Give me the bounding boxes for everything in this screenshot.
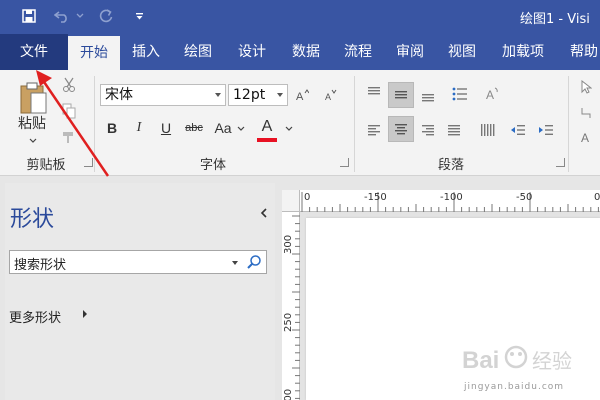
font-size-dropdown-icon[interactable] xyxy=(277,93,283,97)
align-right-icon[interactable] xyxy=(418,120,438,140)
shrink-font-icon[interactable]: A xyxy=(322,86,338,104)
baidu-watermark-logo: Bai 经验 xyxy=(462,340,582,384)
svg-text:A: A xyxy=(296,91,304,102)
ribbon: 粘贴 剪贴板 宋体 12pt A A B I U abc Aa A 字体 A 段… xyxy=(0,70,600,176)
increase-indent-icon[interactable] xyxy=(536,120,556,140)
tab-help[interactable]: 帮助 xyxy=(562,34,600,70)
connector-tool-icon[interactable] xyxy=(578,104,594,122)
paragraph-group-label: 段落 xyxy=(437,158,464,173)
paste-dropdown-icon[interactable] xyxy=(27,136,39,146)
italic-button[interactable]: I xyxy=(130,118,148,138)
text-direction-icon[interactable]: A xyxy=(482,84,502,104)
tab-draw[interactable]: 绘图 xyxy=(176,34,220,70)
shapes-panel-title: 形状 xyxy=(10,207,55,232)
svg-text:A: A xyxy=(486,88,494,102)
font-group-label: 字体 xyxy=(199,158,226,173)
customize-toolbar-icon[interactable] xyxy=(132,6,146,26)
align-bottom-icon[interactable] xyxy=(418,86,438,106)
window-title: 绘图1 - Visi xyxy=(520,12,590,27)
ruler-label: -100 xyxy=(440,192,463,203)
ruler-label: 0 xyxy=(304,192,311,203)
clipboard-group-label: 剪贴板 xyxy=(26,158,66,173)
group-separator xyxy=(94,76,95,172)
save-icon[interactable] xyxy=(18,6,40,26)
ruler-corner xyxy=(282,190,300,212)
font-color-label: A xyxy=(261,118,273,135)
copy-icon[interactable] xyxy=(60,102,78,120)
undo-icon[interactable] xyxy=(52,6,72,26)
tab-process[interactable]: 流程 xyxy=(336,34,380,70)
search-options-dropdown-icon[interactable] xyxy=(232,261,238,265)
collapse-panel-icon[interactable] xyxy=(260,208,268,221)
clipboard-dialog-launcher[interactable] xyxy=(84,158,93,167)
paragraph-dialog-launcher[interactable] xyxy=(556,158,565,167)
title-bar: 绘图1 - Visi xyxy=(0,0,600,34)
vertical-ruler: 300 250 200 xyxy=(282,212,300,400)
font-color-dropdown-icon[interactable] xyxy=(284,124,294,134)
paste-icon[interactable] xyxy=(16,78,50,118)
align-top-icon[interactable] xyxy=(364,82,384,102)
tab-insert[interactable]: 插入 xyxy=(124,34,168,70)
tab-data[interactable]: 数据 xyxy=(284,34,328,70)
group-separator xyxy=(568,76,569,172)
ruler-label: -150 xyxy=(364,192,387,203)
svg-text:A: A xyxy=(581,131,589,144)
shapes-search-input[interactable]: 搜索形状 xyxy=(14,254,66,273)
tab-review[interactable]: 审阅 xyxy=(388,34,432,70)
format-painter-icon[interactable] xyxy=(60,128,78,146)
svg-text:A: A xyxy=(325,92,331,102)
justify-icon[interactable] xyxy=(444,120,464,140)
bold-button[interactable]: B xyxy=(103,118,121,138)
more-shapes-menu[interactable]: 更多形状 xyxy=(9,307,61,326)
tab-addins[interactable]: 加载项 xyxy=(494,34,552,70)
search-icon[interactable] xyxy=(246,254,262,274)
font-size-value: 12pt xyxy=(233,87,266,103)
align-center-icon[interactable] xyxy=(388,116,414,142)
tab-file[interactable]: 文件 xyxy=(0,34,68,70)
pointer-tool-icon[interactable] xyxy=(578,78,594,96)
align-left-icon[interactable] xyxy=(364,120,384,140)
tab-design[interactable]: 设计 xyxy=(230,34,274,70)
shapes-search-box[interactable]: 搜索形状 xyxy=(9,250,267,274)
text-tool-icon[interactable]: A xyxy=(578,128,594,146)
ruler-label: 200 xyxy=(283,388,294,400)
grow-font-icon[interactable]: A xyxy=(294,86,310,104)
ruler-label: 250 xyxy=(283,312,294,332)
font-dialog-launcher[interactable] xyxy=(340,158,349,167)
font-name-value: 宋体 xyxy=(105,87,133,103)
cut-icon[interactable] xyxy=(60,76,78,94)
font-color-swatch xyxy=(257,138,277,142)
tab-view[interactable]: 视图 xyxy=(440,34,484,70)
underline-button[interactable]: U xyxy=(157,118,175,138)
font-color-button[interactable]: A xyxy=(256,116,278,138)
horizontal-ruler: 0 -150 -100 -50 0 xyxy=(300,190,600,212)
ruler-label: 300 xyxy=(283,234,294,254)
redo-icon[interactable] xyxy=(96,6,116,26)
change-case-dropdown-icon[interactable] xyxy=(236,124,246,134)
tab-home[interactable]: 开始 xyxy=(68,36,120,70)
ruler-label: -50 xyxy=(516,192,533,203)
svg-text:Bai: Bai xyxy=(462,347,499,374)
svg-text:经验: 经验 xyxy=(532,349,572,373)
strikethrough-button[interactable]: abc xyxy=(181,118,207,138)
ribbon-tab-bar: 文件 开始 插入 绘图 设计 数据 流程 审阅 视图 加载项 帮助 xyxy=(0,34,600,70)
font-name-dropdown-icon[interactable] xyxy=(215,93,221,97)
shapes-panel: 形状 搜索形状 更多形状 xyxy=(5,183,275,400)
font-name-combo[interactable]: 宋体 xyxy=(100,84,226,106)
distribute-icon[interactable] xyxy=(478,120,498,140)
font-size-combo[interactable]: 12pt xyxy=(228,84,288,106)
change-case-button[interactable]: Aa xyxy=(212,118,234,138)
paste-button[interactable]: 粘贴 xyxy=(14,114,50,132)
bullets-icon[interactable] xyxy=(450,84,470,104)
undo-dropdown-icon[interactable] xyxy=(74,6,86,26)
decrease-indent-icon[interactable] xyxy=(508,120,528,140)
group-separator xyxy=(354,76,355,172)
watermark-url: jingyan.baidu.com xyxy=(464,382,565,392)
ruler-label: 0 xyxy=(594,192,600,203)
more-shapes-arrow-icon[interactable] xyxy=(83,310,87,318)
align-middle-icon[interactable] xyxy=(388,82,414,108)
